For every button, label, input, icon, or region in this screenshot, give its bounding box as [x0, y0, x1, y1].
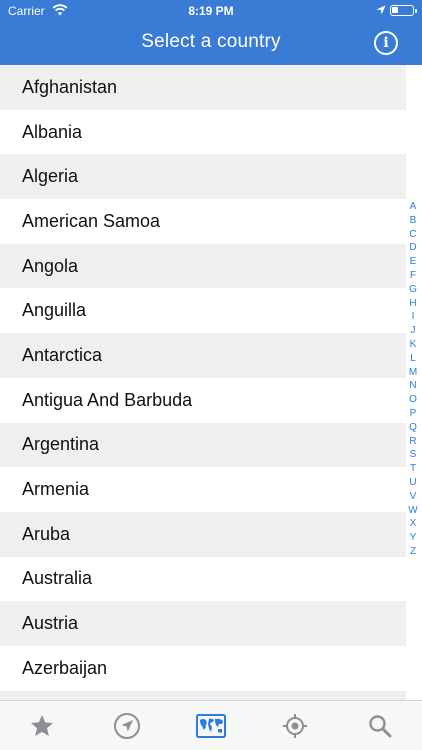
list-item[interactable]: Armenia — [0, 467, 406, 512]
tab-navigation[interactable] — [97, 706, 157, 746]
index-letter[interactable]: K — [407, 338, 419, 352]
info-button[interactable]: i — [374, 31, 398, 55]
index-letter[interactable]: D — [407, 241, 419, 255]
index-letter[interactable]: P — [407, 407, 419, 421]
battery-icon — [390, 5, 417, 16]
list-item[interactable]: Argentina — [0, 422, 406, 468]
location-arrow-icon — [376, 5, 386, 15]
list-item[interactable]: American Samoa — [0, 199, 406, 244]
tab-search[interactable] — [350, 706, 410, 746]
index-letter[interactable]: A — [407, 200, 419, 214]
tab-bar — [0, 700, 422, 750]
world-map-icon — [195, 713, 226, 738]
list-item[interactable]: Angola — [0, 243, 406, 289]
index-letter[interactable]: V — [407, 490, 419, 504]
index-letter[interactable]: R — [407, 435, 419, 449]
index-letter[interactable]: T — [407, 462, 419, 476]
list-item[interactable]: Antigua And Barbuda — [0, 377, 406, 423]
index-letter[interactable]: Y — [407, 531, 419, 545]
list-item[interactable]: Anguilla — [0, 288, 406, 334]
index-letter[interactable]: J — [407, 324, 419, 338]
crosshair-icon — [283, 713, 308, 738]
index-letter[interactable]: Q — [407, 421, 419, 435]
list-item[interactable] — [0, 690, 406, 700]
index-letter[interactable]: E — [407, 255, 419, 269]
tab-countries[interactable] — [181, 706, 241, 746]
page-title: Select a country — [141, 31, 281, 52]
tab-locate[interactable] — [265, 706, 325, 746]
index-letter[interactable]: C — [407, 228, 419, 242]
index-letter[interactable]: Z — [407, 545, 419, 559]
navigation-header: Carrier 8:19 PM Select a country i — [0, 0, 422, 65]
index-letter[interactable]: L — [407, 352, 419, 366]
info-icon: i — [383, 35, 389, 51]
search-icon — [369, 714, 392, 737]
status-bar: Carrier 8:19 PM — [0, 0, 422, 22]
index-letter[interactable]: O — [407, 393, 419, 407]
index-letter[interactable]: G — [407, 283, 419, 297]
list-item[interactable]: Australia — [0, 556, 406, 602]
list-item[interactable]: Albania — [0, 109, 406, 155]
index-letter[interactable]: B — [407, 214, 419, 228]
index-letter[interactable]: M — [407, 366, 419, 380]
list-item[interactable]: Aruba — [0, 511, 406, 557]
index-letter[interactable]: S — [407, 448, 419, 462]
index-letter[interactable]: H — [407, 297, 419, 311]
index-letter[interactable]: I — [407, 310, 419, 324]
index-letter[interactable]: U — [407, 476, 419, 490]
country-list[interactable]: Afghanistan Albania Algeria American Sam… — [0, 65, 406, 700]
index-letter[interactable]: X — [407, 517, 419, 531]
tab-favorites[interactable] — [12, 706, 72, 746]
star-icon — [31, 714, 54, 736]
index-letter[interactable]: N — [407, 379, 419, 393]
list-item[interactable]: Afghanistan — [0, 65, 406, 110]
section-index[interactable]: A B C D E F G H I J K L M N O P Q R S T … — [407, 200, 419, 559]
status-time: 8:19 PM — [188, 4, 234, 18]
list-item[interactable]: Antarctica — [0, 333, 406, 378]
index-letter[interactable]: F — [407, 269, 419, 283]
list-item[interactable]: Azerbaijan — [0, 645, 406, 691]
list-item[interactable]: Austria — [0, 601, 406, 646]
navigation-arrow-icon — [113, 712, 140, 739]
index-letter[interactable]: W — [407, 504, 419, 518]
list-item[interactable]: Algeria — [0, 154, 406, 200]
